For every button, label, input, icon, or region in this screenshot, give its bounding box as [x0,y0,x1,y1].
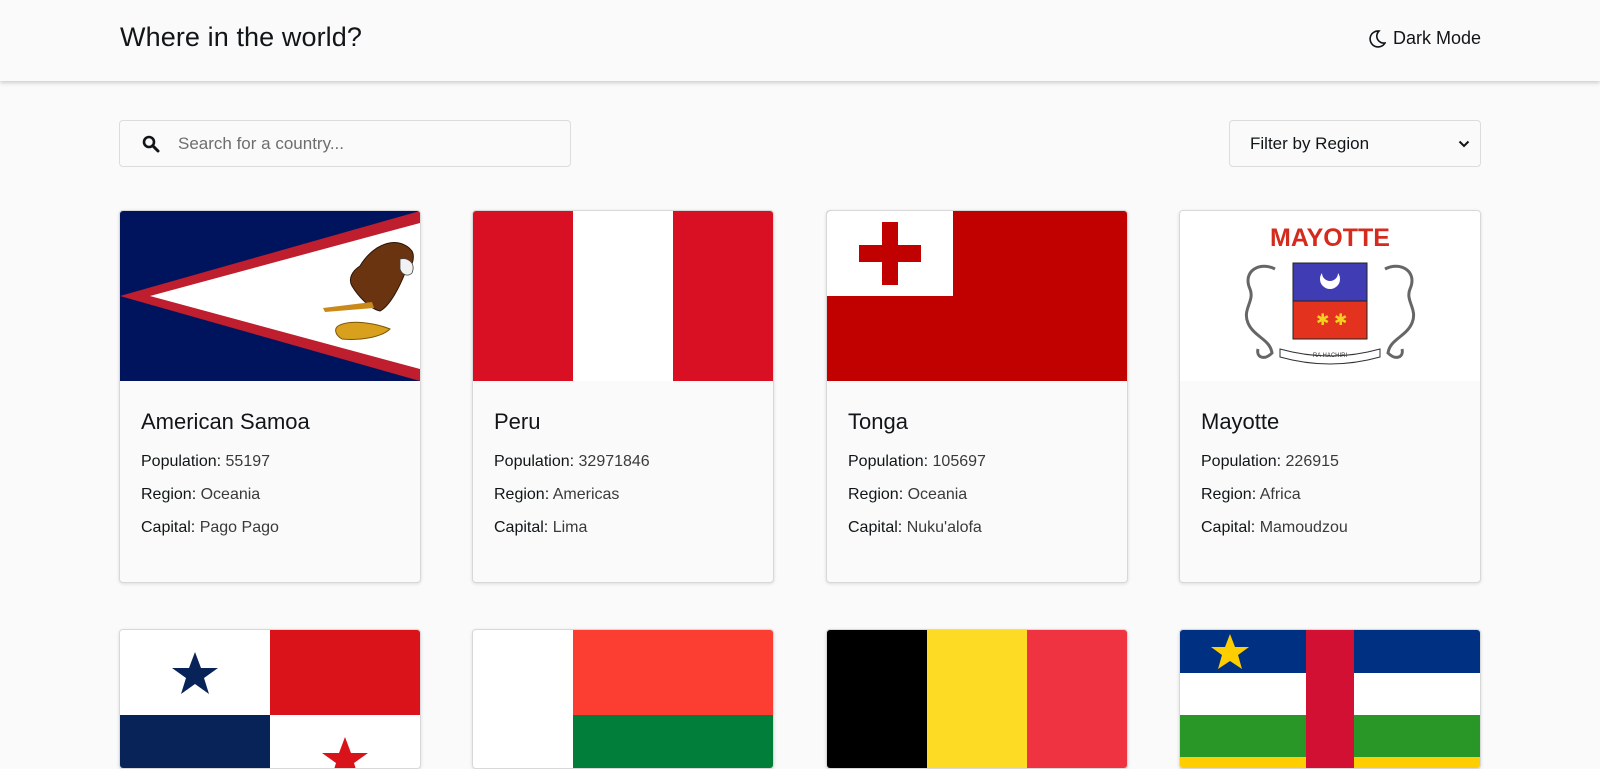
country-name: Mayotte [1201,409,1280,434]
region-row: Region: Oceania [848,486,968,503]
population-row: Population: 105697 [848,453,986,470]
svg-text:✱: ✱ [1334,310,1347,329]
svg-text:RA HACHIRI: RA HACHIRI [1313,353,1348,359]
svg-text:✱: ✱ [1316,310,1329,329]
population-value: 32971846 [578,453,650,470]
dark-mode-toggle[interactable]: Dark Mode [1368,28,1481,49]
capital-row: Capital: Lima [494,519,588,536]
population-value: 105697 [932,453,986,470]
country-card[interactable]: Tonga Population: 105697 Region: Oceania… [826,210,1128,583]
search-input[interactable] [176,132,536,155]
population-value: 226915 [1285,453,1339,470]
country-card[interactable] [119,629,421,769]
country-card[interactable] [1179,629,1481,769]
capital-value: Lima [552,519,588,536]
svg-text:MAYOTTE: MAYOTTE [1270,224,1390,252]
country-card[interactable] [826,629,1128,769]
country-card[interactable] [472,629,774,769]
country-card[interactable]: MAYOTTE ✱ ✱ RA HACHIRI Mayotte Populatio… [1179,210,1481,583]
search-box[interactable] [119,120,571,167]
dark-mode-label: Dark Mode [1392,28,1481,48]
mayotte-flag: MAYOTTE ✱ ✱ RA HACHIRI [1180,211,1480,381]
country-name: Peru [494,409,541,434]
moon-icon [1369,29,1386,48]
panama-flag [120,630,420,768]
population-row: Population: 226915 [1201,453,1339,470]
capital-value: Nuku'alofa [906,519,982,536]
search-icon [142,135,160,153]
region-row: Region: Oceania [141,486,261,503]
population-value: 55197 [225,453,271,470]
region-filter-label: Filter by Region [1250,133,1370,153]
country-name: Tonga [848,409,908,434]
american-samoa-flag [120,211,420,381]
population-row: Population: 55197 [141,453,271,470]
chevron-down-icon [1458,140,1470,147]
region-value: Oceania [907,486,968,503]
country-name: American Samoa [141,409,310,434]
app-title: Where in the world? [120,22,363,52]
capital-row: Capital: Nuku'alofa [848,519,982,536]
capital-row: Capital: Pago Pago [141,519,279,536]
region-value: Oceania [200,486,261,503]
central-african-republic-flag [1180,630,1480,768]
peru-flag [473,211,773,381]
belgium-flag [827,630,1127,768]
region-row: Region: Americas [494,486,620,503]
tonga-flag [827,211,1127,381]
region-row: Region: Africa [1201,486,1301,503]
page-header: Where in the world? Dark Mode [0,0,1600,81]
capital-row: Capital: Mamoudzou [1201,519,1348,536]
country-card[interactable]: Peru Population: 32971846 Region: Americ… [472,210,774,583]
region-value: Africa [1259,486,1301,503]
country-card[interactable]: American Samoa Population: 55197 Region:… [119,210,421,583]
population-row: Population: 32971846 [494,453,650,470]
region-value: Americas [552,486,620,503]
region-filter-select[interactable]: Filter by Region [1229,120,1481,167]
capital-value: Pago Pago [199,519,279,536]
capital-value: Mamoudzou [1259,519,1348,536]
madagascar-flag [473,630,773,768]
